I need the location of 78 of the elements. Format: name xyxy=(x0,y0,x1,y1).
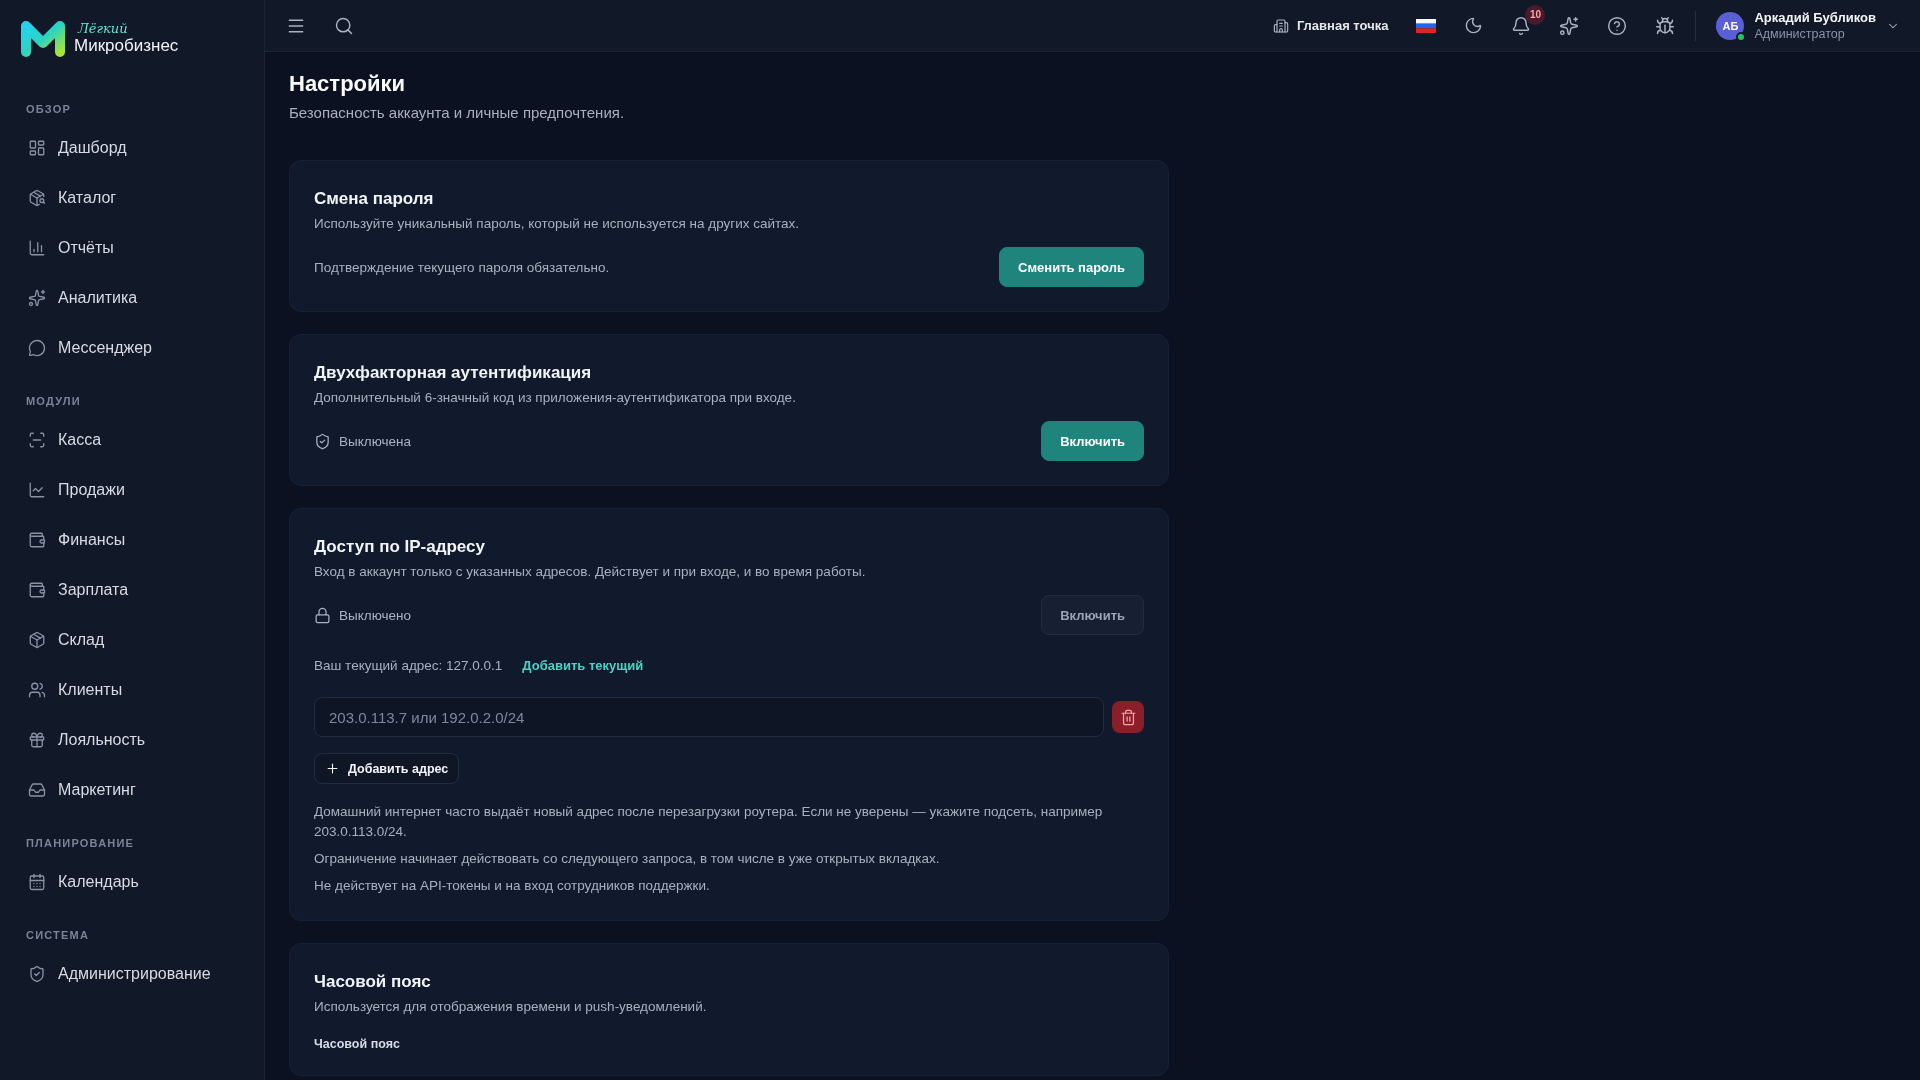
plus-icon xyxy=(325,761,340,776)
card-description: Вход в аккаунт только с указанных адресов. Действует и при входе, и во время работы. xyxy=(314,563,867,581)
shield-check-icon xyxy=(28,965,46,983)
lock-icon xyxy=(314,606,331,624)
wallet-icon xyxy=(28,581,46,599)
calendar-icon xyxy=(28,873,46,891)
add-current-link[interactable]: Добавить текущий xyxy=(522,658,644,673)
shield-check-icon xyxy=(314,432,331,450)
moon-icon[interactable] xyxy=(1464,16,1484,35)
bug-icon[interactable] xyxy=(1655,15,1676,36)
hint-text: Домашний интернет часто выдаёт новый адрес после перезагрузки роутера. Если не уверены — укажите подсеть, например 203.0.113.0/24. xyxy=(314,803,1104,841)
logo-icon xyxy=(20,19,66,57)
sidebar-item[interactable]: Аналитика xyxy=(12,278,252,318)
enable-button[interactable]: Включить xyxy=(1041,421,1144,461)
line-chart-icon xyxy=(28,481,46,499)
help-icon[interactable] xyxy=(1607,15,1628,36)
hint-text: Не действует на API-токены и на вход сотрудников поддержки. xyxy=(314,877,711,895)
card-title: Часовой пояс xyxy=(314,971,432,993)
sidebar-item[interactable]: Маркетинг xyxy=(12,770,252,810)
brand-tagline: Лёгкий xyxy=(76,22,129,36)
chat-bubble-icon xyxy=(28,339,46,357)
card-title: Смена пароля xyxy=(314,188,435,210)
sidebar-item[interactable]: Каталог xyxy=(12,178,252,218)
search-icon[interactable] xyxy=(334,15,354,36)
sparkles-icon[interactable] xyxy=(1559,15,1580,36)
flag-icon[interactable] xyxy=(1416,18,1437,33)
user-avatar[interactable]: АБ xyxy=(1716,11,1745,40)
sidebar-item[interactable]: Лояльность xyxy=(12,720,252,760)
trash-icon xyxy=(1119,708,1137,726)
dashboard-icon xyxy=(28,139,46,157)
section-label: ОБЗОР xyxy=(25,102,71,117)
section-label: СИСТЕМА xyxy=(25,928,90,943)
bar-chart-icon xyxy=(28,239,46,257)
card-description: Используйте уникальный пароль, который не используется на других сайтах. xyxy=(314,215,801,233)
add-address-button[interactable]: Добавить адрес xyxy=(314,753,460,784)
section-label: МОДУЛИ xyxy=(25,394,81,409)
status-text: Выключена xyxy=(339,433,411,449)
sidebar-item[interactable]: Продажи xyxy=(12,470,252,510)
current-address-text: Ваш текущий адрес: 127.0.0.1 xyxy=(314,658,503,673)
note-text: Подтверждение текущего пароля обязательно. xyxy=(314,259,610,275)
bell-icon[interactable] xyxy=(1511,15,1532,36)
sidebar-item[interactable]: Администрирование xyxy=(12,954,252,994)
page-title: Настройки xyxy=(289,70,407,98)
card-title: Двухфакторная аутентификация xyxy=(314,362,593,384)
package-search-icon xyxy=(28,189,46,207)
hint-text: Ограничение начинает действовать со следующего запроса, в том числе в уже открытых вкладках. xyxy=(314,850,941,868)
gift-icon xyxy=(28,731,46,749)
location-label[interactable]: Главная точка xyxy=(1296,18,1389,33)
sidebar-item[interactable]: Мессенджер xyxy=(12,328,252,368)
sidebar-item[interactable]: Отчёты xyxy=(12,228,252,268)
card-description: Дополнительный 6-значный код из приложения-аутентификатора при входе. xyxy=(314,389,797,407)
ip-address-field[interactable]: 203.0.113.7 или 192.0.2.0/24 xyxy=(314,697,1104,737)
user-role: Администратор xyxy=(1754,25,1846,42)
card-title: Доступ по IP-адресу xyxy=(314,536,486,558)
page-subtitle: Безопасность аккаунта и личные предпочтения. xyxy=(289,103,626,123)
change-password-button[interactable]: Сменить пароль xyxy=(999,247,1144,287)
delete-button[interactable] xyxy=(1112,701,1144,733)
notification-badge: 10 xyxy=(1525,4,1546,25)
box-icon xyxy=(28,631,46,649)
status-text: Выключено xyxy=(339,607,411,623)
field-label: Часовой пояс xyxy=(314,1037,401,1051)
sidebar-item[interactable]: Зарплата xyxy=(12,570,252,610)
building-icon[interactable] xyxy=(1272,17,1289,34)
wallet-icon xyxy=(28,531,46,549)
sidebar-item[interactable]: Календарь xyxy=(12,862,252,902)
sparkles-icon xyxy=(28,289,46,307)
card-description: Используется для отображения времени и push-уведомлений. xyxy=(314,998,708,1016)
sidebar-item[interactable]: Склад xyxy=(12,620,252,660)
sidebar-item[interactable]: Касса xyxy=(12,420,252,460)
brand-name: Микробизнес xyxy=(74,36,179,55)
scan-icon xyxy=(28,431,46,449)
user-name: Аркадий Бубликов xyxy=(1754,9,1876,26)
sidebar-item[interactable]: Клиенты xyxy=(12,670,252,710)
sidebar-item[interactable]: Дашборд xyxy=(12,128,252,168)
sidebar-item[interactable]: Финансы xyxy=(12,520,252,560)
section-label: ПЛАНИРОВАНИЕ xyxy=(25,836,135,851)
inbox-icon xyxy=(28,781,46,799)
users-icon xyxy=(28,681,46,699)
